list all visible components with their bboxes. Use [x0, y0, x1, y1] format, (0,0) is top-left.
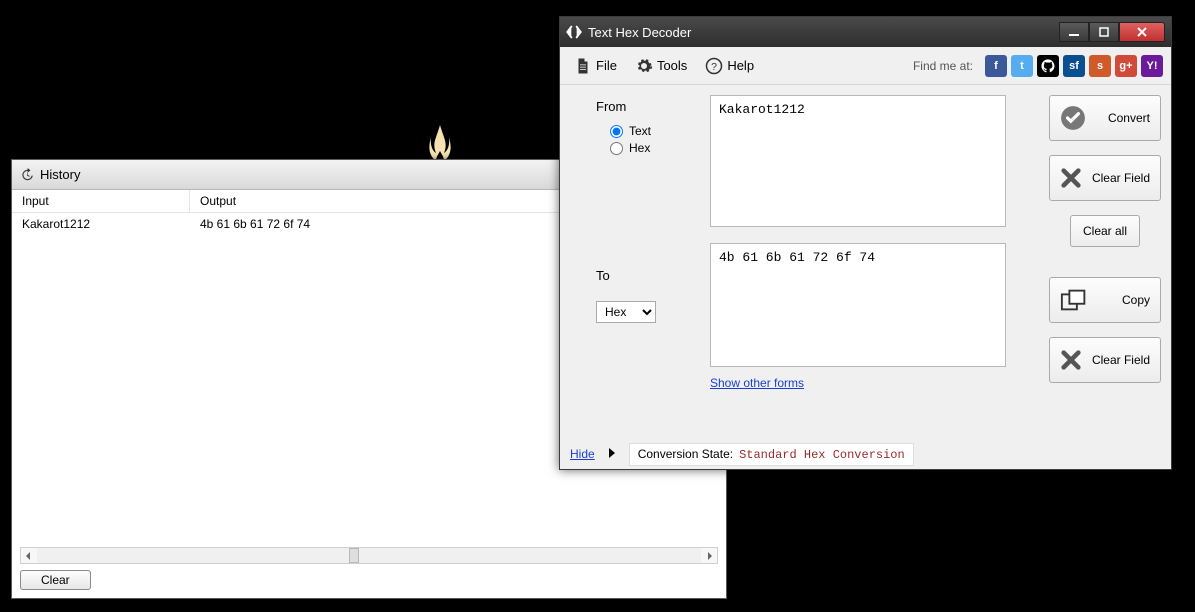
- close-button[interactable]: [1119, 22, 1165, 42]
- decoder-window: Text Hex Decoder File Tools ? Help Find …: [559, 16, 1172, 470]
- copy-label: Copy: [1122, 293, 1150, 307]
- clear-field-bottom-button[interactable]: Clear Field: [1049, 337, 1161, 383]
- statusbar: Hide Conversion State: Standard Hex Conv…: [560, 439, 1171, 469]
- social-sourceforge-icon[interactable]: sf: [1063, 55, 1085, 77]
- show-other-forms-link[interactable]: Show other forms: [710, 376, 804, 390]
- social-googleplus-icon[interactable]: g+: [1115, 55, 1137, 77]
- maximize-button[interactable]: [1089, 22, 1119, 42]
- radio-hex[interactable]: Hex: [610, 141, 700, 155]
- clear-field-top-button[interactable]: Clear Field: [1049, 155, 1161, 201]
- decoder-titlebar[interactable]: Text Hex Decoder: [560, 17, 1171, 47]
- history-cell-input: Kakarot1212: [12, 213, 190, 235]
- menu-tools-label: Tools: [657, 58, 687, 73]
- clear-history-button[interactable]: Clear: [20, 570, 91, 590]
- copy-icon: [1060, 288, 1090, 312]
- menubar: File Tools ? Help Find me at: ft sfsg+Y!: [560, 47, 1171, 85]
- conversion-state-value: Standard Hex Conversion: [739, 448, 905, 462]
- radio-text-input[interactable]: [610, 125, 623, 138]
- menu-file[interactable]: File: [568, 53, 623, 79]
- social-facebook-icon[interactable]: f: [985, 55, 1007, 77]
- menu-file-label: File: [596, 58, 617, 73]
- hide-link[interactable]: Hide: [570, 447, 595, 461]
- history-title: History: [40, 167, 80, 182]
- menu-tools[interactable]: Tools: [629, 53, 693, 79]
- app-icon: [566, 24, 582, 40]
- scroll-right-arrow[interactable]: [701, 548, 717, 563]
- clear-field-top-label: Clear Field: [1092, 171, 1150, 185]
- help-icon: ?: [705, 57, 723, 75]
- conversion-state-label: Conversion State:: [638, 447, 733, 461]
- history-col-input-header[interactable]: Input: [12, 190, 190, 212]
- window-title: Text Hex Decoder: [588, 25, 1059, 40]
- arrow-right-icon: [607, 447, 617, 462]
- radio-text[interactable]: Text: [610, 124, 700, 138]
- social-yahoo-icon[interactable]: Y!: [1141, 55, 1163, 77]
- to-format-select[interactable]: Hex: [596, 301, 656, 323]
- clear-field-bottom-label: Clear Field: [1092, 353, 1150, 367]
- minimize-button[interactable]: [1059, 22, 1089, 42]
- convert-button[interactable]: Convert: [1049, 95, 1161, 141]
- check-circle-icon: [1060, 105, 1086, 131]
- scroll-thumb[interactable]: [349, 548, 359, 563]
- clear-all-button[interactable]: Clear all: [1070, 215, 1140, 247]
- conversion-state-field: Conversion State: Standard Hex Conversio…: [629, 443, 914, 466]
- scroll-left-arrow[interactable]: [21, 548, 37, 563]
- to-label: To: [596, 268, 700, 283]
- social-stackoverflow-icon[interactable]: s: [1089, 55, 1111, 77]
- menu-help-label: Help: [727, 58, 754, 73]
- gear-icon: [635, 57, 653, 75]
- radio-hex-label: Hex: [629, 141, 650, 155]
- from-input-textarea[interactable]: [710, 95, 1006, 227]
- radio-text-label: Text: [629, 124, 651, 138]
- copy-button[interactable]: Copy: [1049, 277, 1161, 323]
- history-icon: [20, 168, 34, 182]
- convert-label: Convert: [1108, 111, 1150, 125]
- x-icon: [1060, 349, 1082, 371]
- menu-help[interactable]: ? Help: [699, 53, 760, 79]
- from-label: From: [596, 99, 700, 114]
- file-icon: [574, 57, 592, 75]
- social-github-icon[interactable]: [1037, 55, 1059, 77]
- find-me-label: Find me at:: [913, 59, 973, 73]
- social-twitter-icon[interactable]: t: [1011, 55, 1033, 77]
- x-icon: [1060, 167, 1082, 189]
- scroll-track[interactable]: [37, 548, 701, 563]
- radio-hex-input[interactable]: [610, 142, 623, 155]
- to-output-textarea[interactable]: [710, 243, 1006, 367]
- svg-text:?: ?: [711, 60, 717, 72]
- history-horizontal-scrollbar[interactable]: [20, 547, 718, 564]
